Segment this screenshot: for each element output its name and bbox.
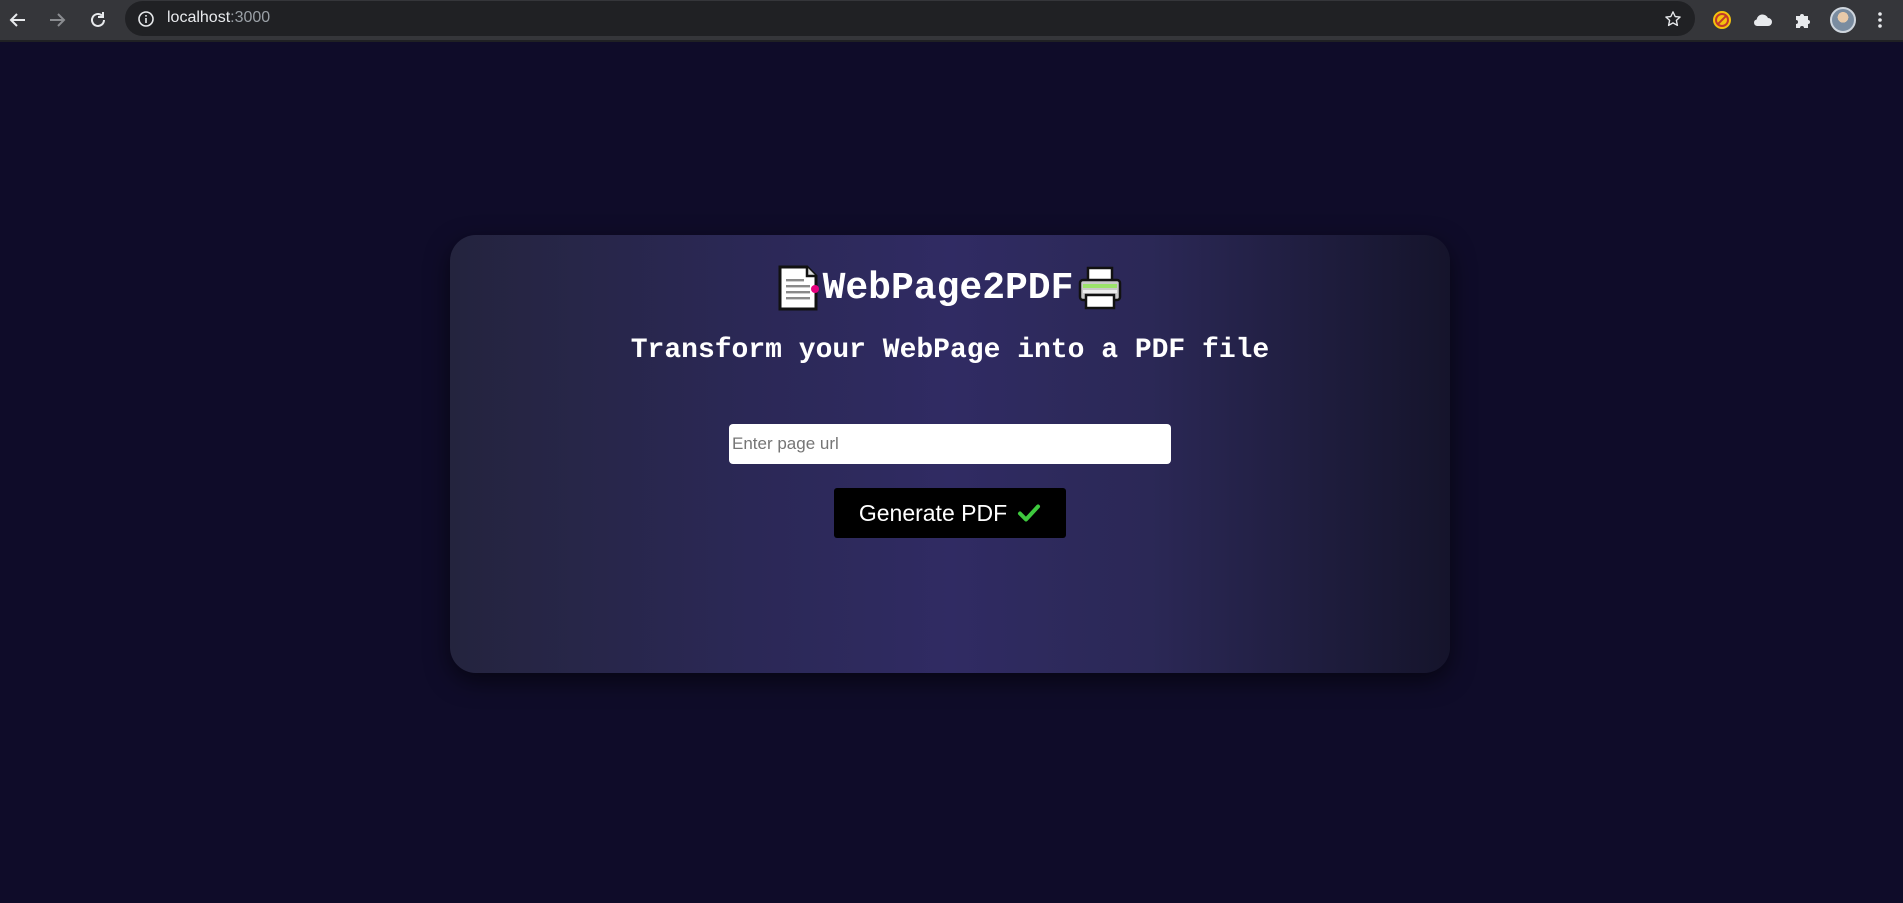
extension-blocker-icon[interactable] [1708, 6, 1736, 34]
bookmark-star-icon[interactable] [1663, 9, 1683, 29]
printer-icon [1079, 266, 1122, 310]
address-bar[interactable]: localhost:3000 [125, 1, 1695, 36]
converter-card: WebPage2PDF Transform your WebPage into … [450, 235, 1450, 673]
avatar [1830, 7, 1856, 33]
url-host: localhost [167, 9, 231, 26]
address-bar-url[interactable]: localhost:3000 [167, 9, 270, 27]
page-title: WebPage2PDF [822, 266, 1074, 310]
browser-toolbar: localhost:3000 [0, 0, 1903, 42]
title-row: WebPage2PDF [450, 263, 1450, 313]
kebab-menu-icon [1878, 12, 1882, 28]
back-button[interactable] [2, 4, 34, 36]
page-subtitle: Transform your WebPage into a PDF file [630, 335, 1270, 366]
arrow-right-icon [50, 13, 66, 27]
check-mark-icon [1018, 504, 1041, 522]
generate-pdf-label: Generate PDF [858, 499, 1008, 526]
page-viewport: WebPage2PDF Transform your WebPage into … [0, 42, 1903, 903]
generate-pdf-button[interactable]: Generate PDF [834, 488, 1066, 538]
reload-icon [91, 12, 105, 27]
page-facing-up-icon [778, 265, 819, 311]
browser-menu-button[interactable] [1866, 6, 1894, 34]
reload-button[interactable] [82, 4, 114, 36]
url-port: :3000 [230, 9, 271, 26]
forward-button[interactable] [41, 4, 73, 36]
extensions-puzzle-icon[interactable] [1789, 6, 1817, 34]
profile-avatar[interactable] [1829, 6, 1857, 34]
extension-cloud-icon[interactable] [1748, 6, 1776, 34]
page-url-input[interactable] [729, 424, 1171, 464]
info-icon[interactable] [137, 10, 155, 28]
arrow-left-icon [9, 13, 25, 27]
